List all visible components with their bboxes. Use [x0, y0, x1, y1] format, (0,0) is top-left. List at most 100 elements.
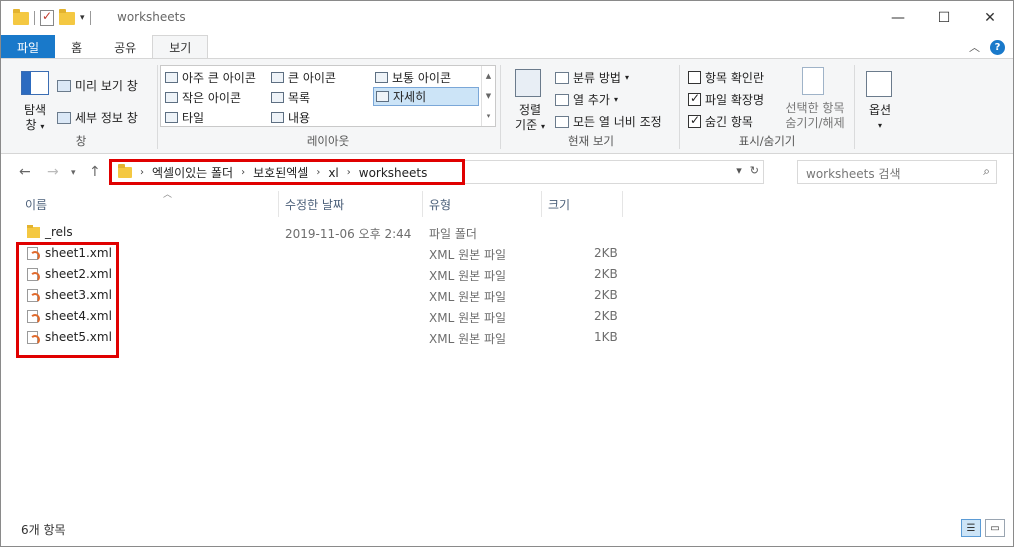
fit-columns-label: 모든 열 너비 조정	[573, 115, 662, 129]
forward-button[interactable]: →	[47, 164, 59, 180]
preview-pane-button[interactable]: 미리 보기 창	[57, 77, 138, 94]
tab-file[interactable]: 파일	[1, 35, 56, 59]
details-view-button[interactable]: ☰	[961, 519, 981, 537]
group-by-button[interactable]: 분류 방법 ▾	[555, 69, 629, 86]
sort-by-label: 정렬	[518, 103, 542, 117]
minimize-button[interactable]: —	[875, 1, 921, 35]
window-controls: — ☐ ✕	[875, 1, 1013, 35]
tab-view[interactable]: 보기	[152, 35, 209, 59]
navigation-pane-button[interactable]: 탐색 창 ▾	[15, 103, 55, 134]
options-icon[interactable]	[866, 71, 892, 97]
column-header-label: 크기	[548, 197, 571, 212]
column-header-size[interactable]: 크기	[544, 191, 622, 217]
options-button[interactable]: 옵션 ▾	[857, 103, 903, 133]
file-name: sheet2.xml	[45, 267, 112, 281]
help-icon[interactable]: ?	[990, 39, 1005, 55]
file-extensions-checkbox[interactable]	[688, 91, 701, 106]
chevron-right-icon[interactable]: ›	[241, 167, 245, 178]
back-button[interactable]: ←	[19, 164, 31, 180]
file-type: XML 원본 파일	[429, 248, 507, 262]
add-columns-button[interactable]: 열 추가 ▾	[555, 91, 618, 108]
file-type: XML 원본 파일	[429, 332, 507, 346]
details-pane-label: 세부 정보 창	[75, 111, 138, 125]
breadcrumb-item[interactable]: 엑셀이있는 폴더	[152, 164, 233, 181]
quick-access-toolbar: ▾	[13, 8, 91, 27]
hide-selected-button[interactable]: 선택한 항목 숨기기/해제	[778, 101, 852, 131]
file-row[interactable]: sheet4.xml XML 원본 파일 2KB	[1, 306, 641, 327]
pane-group: 탐색 창 ▾ 미리 보기 창 세부 정보 창 창	[7, 63, 155, 151]
breadcrumb-item[interactable]: 보호된엑셀	[253, 164, 308, 181]
preview-pane-icon	[57, 79, 71, 92]
file-row[interactable]: sheet1.xml XML 원본 파일 2KB	[1, 243, 641, 264]
sort-by-icon[interactable]	[515, 69, 541, 97]
file-type: 파일 폴더	[429, 227, 477, 241]
column-divider[interactable]	[622, 191, 623, 217]
search-icon[interactable]: ⌕	[983, 164, 990, 179]
search-input[interactable]: worksheets 검색	[806, 165, 901, 182]
new-folder-icon[interactable]	[59, 8, 75, 25]
file-row[interactable]: sheet3.xml XML 원본 파일 2KB	[1, 285, 641, 306]
group-label: 표시/숨기기	[738, 134, 796, 148]
chevron-down-icon: ▾	[540, 122, 545, 131]
current-view-group: 정렬 기준 ▾ 분류 방법 ▾ 열 추가 ▾ 모든 열 너비 조정 현재 보기	[503, 63, 679, 151]
chevron-down-icon: ▾	[877, 121, 882, 130]
fit-columns-icon	[555, 115, 569, 128]
hidden-items-toggle[interactable]: 숨긴 항목	[688, 113, 753, 130]
file-name: _rels	[45, 225, 73, 239]
chevron-right-icon[interactable]: ›	[316, 167, 320, 178]
column-header-date[interactable]: 수정한 날짜	[281, 191, 423, 217]
divider	[854, 65, 855, 149]
group-label: 현재 보기	[568, 134, 614, 148]
close-button[interactable]: ✕	[967, 1, 1013, 35]
preview-pane-label: 미리 보기 창	[75, 79, 138, 93]
item-checkboxes-label: 항목 확인란	[705, 71, 765, 85]
address-history-icon[interactable]: ▾	[736, 164, 742, 177]
divider	[157, 65, 158, 149]
refresh-icon[interactable]: ↻	[750, 164, 759, 177]
address-controls: ▾ ↻	[736, 164, 759, 177]
hide-selected-label: 숨기기/해제	[785, 116, 845, 130]
maximize-button[interactable]: ☐	[921, 1, 967, 35]
column-divider[interactable]	[278, 191, 279, 217]
file-name: sheet5.xml	[45, 330, 112, 344]
xml-file-icon	[27, 267, 40, 282]
divider	[500, 65, 501, 149]
divider	[89, 11, 91, 25]
chevron-right-icon[interactable]: ›	[347, 167, 351, 178]
file-row[interactable]: sheet2.xml XML 원본 파일 2KB	[1, 264, 641, 285]
large-icons-view-button[interactable]: ▭	[985, 519, 1005, 537]
collapse-ribbon-icon[interactable]: ︿	[969, 39, 980, 55]
window-title: worksheets	[117, 10, 186, 24]
column-divider[interactable]	[541, 191, 542, 217]
file-size: 2KB	[594, 267, 618, 281]
item-checkboxes-checkbox[interactable]	[688, 71, 701, 84]
title-bar: ▾ worksheets — ☐ ✕	[1, 1, 1013, 35]
file-row[interactable]: _rels 2019-11-06 오후 2:44 파일 폴더	[1, 222, 641, 243]
up-button[interactable]: ↑	[89, 164, 101, 180]
hidden-items-checkbox[interactable]	[688, 113, 701, 128]
search-box[interactable]: worksheets 검색 ⌕	[797, 160, 997, 184]
file-name: sheet4.xml	[45, 309, 112, 323]
column-header-name[interactable]: 이름 ︿	[21, 190, 278, 217]
sort-by-button[interactable]: 정렬 기준 ▾	[509, 103, 551, 134]
details-pane-button[interactable]: 세부 정보 창	[57, 109, 138, 126]
customize-toolbar-icon[interactable]: ▾	[80, 13, 85, 23]
tab-home[interactable]: 홈	[55, 35, 98, 59]
file-row[interactable]: sheet5.xml XML 원본 파일 1KB	[1, 327, 641, 348]
chevron-right-icon[interactable]: ›	[140, 167, 144, 178]
file-size: 2KB	[594, 288, 618, 302]
recent-locations-icon[interactable]: ▾	[71, 168, 76, 178]
breadcrumb-item[interactable]: xl	[328, 166, 338, 180]
address-bar[interactable]: › 엑셀이있는 폴더 › 보호된엑셀 › xl › worksheets ▾ ↻	[109, 160, 764, 184]
navigation-pane-icon[interactable]	[21, 71, 49, 95]
file-extensions-toggle[interactable]: 파일 확장명	[688, 91, 764, 108]
breadcrumb-item[interactable]: worksheets	[359, 166, 428, 180]
item-checkboxes-toggle[interactable]: 항목 확인란	[688, 69, 764, 86]
file-name: sheet1.xml	[45, 246, 112, 260]
details-pane-icon	[57, 111, 71, 124]
tab-share[interactable]: 공유	[98, 35, 152, 59]
properties-icon[interactable]	[40, 9, 54, 26]
column-divider[interactable]	[422, 191, 423, 217]
fit-columns-button[interactable]: 모든 열 너비 조정	[555, 113, 662, 130]
column-header-type[interactable]: 유형	[425, 191, 541, 217]
